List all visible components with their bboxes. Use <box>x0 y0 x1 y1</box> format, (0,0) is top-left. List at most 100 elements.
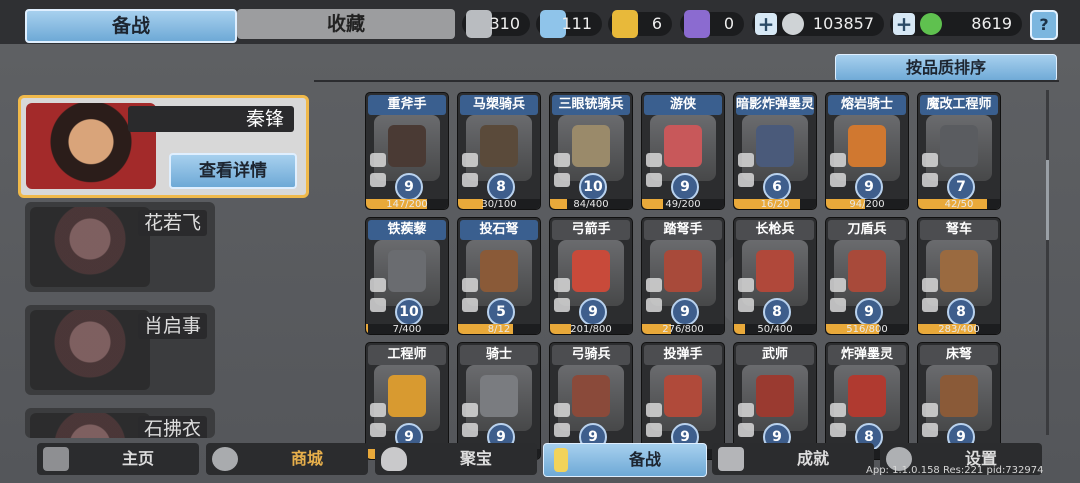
hero-name: 石拂衣 <box>137 416 207 438</box>
unit-level: 9 <box>671 298 699 326</box>
armor-icon <box>922 298 938 312</box>
armor-icon <box>554 298 570 312</box>
nav-shop[interactable]: 商城 <box>206 443 368 475</box>
hero-name: 肖启事 <box>137 313 207 339</box>
weapon-icon <box>370 278 386 292</box>
resource-gold-badge: 6 <box>608 10 672 38</box>
unit-name: 游侠 <box>644 95 722 115</box>
tab-collection[interactable]: 收藏 <box>237 9 455 39</box>
unit-level: 9 <box>579 298 607 326</box>
unit-figure <box>756 125 794 167</box>
resource-purple-badge: 0 <box>680 10 744 38</box>
resource-silver-coin: + 103857 <box>752 12 884 36</box>
unit-portrait <box>650 365 716 431</box>
scrollbar[interactable] <box>1046 90 1049 435</box>
armor-icon <box>462 423 478 437</box>
tab-prepare[interactable]: 备战 <box>25 9 237 43</box>
unit-name: 长枪兵 <box>736 220 814 240</box>
nav-prepare[interactable]: 备战 <box>543 443 707 477</box>
unit-name: 投石弩 <box>460 220 538 240</box>
weapon-icon <box>554 403 570 417</box>
treasure-bowl-icon <box>381 447 407 471</box>
weapon-icon <box>370 153 386 167</box>
weapon-icon <box>738 278 754 292</box>
unit-card[interactable]: 踏弩手 9 276/800 <box>641 217 725 335</box>
hero-card[interactable]: 花若飞 <box>25 202 215 292</box>
resource-value: 103857 <box>812 14 874 33</box>
unit-portrait <box>650 240 716 306</box>
unit-figure <box>572 375 610 417</box>
divider <box>314 80 1059 82</box>
add-gem-button[interactable]: + <box>893 13 915 35</box>
weapon-icon <box>646 403 662 417</box>
unit-card[interactable]: 三眼铳骑兵 10 84/400 <box>549 92 633 210</box>
unit-progress-text: 7/400 <box>392 324 422 335</box>
unit-name: 骑士 <box>460 345 538 365</box>
unit-name: 熔岩骑士 <box>828 95 906 115</box>
armor-icon <box>370 173 386 187</box>
help-button[interactable]: ? <box>1030 10 1058 40</box>
unit-card[interactable]: 暗影炸弹墨灵 6 16/20 <box>733 92 817 210</box>
view-details-button[interactable]: 查看详情 <box>169 153 297 189</box>
unit-progress-text: 8/12 <box>487 324 511 335</box>
resource-value: 111 <box>561 14 592 33</box>
resource-value: 8619 <box>971 14 1012 33</box>
unit-level: 9 <box>395 173 423 201</box>
unit-level: 6 <box>763 173 791 201</box>
unit-name: 武师 <box>736 345 814 365</box>
armor-icon <box>370 423 386 437</box>
coins-icon <box>212 447 238 471</box>
unit-portrait <box>742 240 808 306</box>
hero-card[interactable]: 肖启事 <box>25 305 215 395</box>
armor-icon <box>646 298 662 312</box>
unit-card[interactable]: 弩车 8 283/400 <box>917 217 1001 335</box>
unit-figure <box>480 125 518 167</box>
hero-name: 花若飞 <box>137 210 207 236</box>
unit-name: 弓箭手 <box>552 220 630 240</box>
unit-card[interactable]: 游侠 9 49/200 <box>641 92 725 210</box>
sort-by-quality-button[interactable]: 按品质排序 <box>835 54 1057 82</box>
armor-icon <box>738 423 754 437</box>
unit-card[interactable]: 魔改工程师 7 42/50 <box>917 92 1001 210</box>
weapon-icon <box>646 153 662 167</box>
unit-card[interactable]: 弓箭手 9 201/800 <box>549 217 633 335</box>
nav-label: 备战 <box>628 450 661 469</box>
hero-portrait <box>30 413 150 438</box>
unit-card[interactable]: 重斧手 9 147/200 <box>365 92 449 210</box>
unit-portrait <box>558 365 624 431</box>
unit-figure <box>940 250 978 292</box>
unit-progress-text: 49/200 <box>665 199 701 210</box>
weapon-icon <box>738 153 754 167</box>
hero-card[interactable]: 石拂衣 <box>25 408 215 438</box>
nav-achievements[interactable]: 成就 <box>712 443 874 475</box>
add-coin-button[interactable]: + <box>755 13 777 35</box>
unit-portrait <box>466 365 532 431</box>
unit-card[interactable]: 长枪兵 8 50/400 <box>733 217 817 335</box>
hero-card-selected[interactable]: 秦锋 查看详情 <box>18 95 309 198</box>
armor-icon <box>554 423 570 437</box>
unit-card[interactable]: 马槊骑兵 8 30/100 <box>457 92 541 210</box>
unit-progress-text: 42/50 <box>944 199 974 210</box>
resource-green-gem: + 8619 <box>890 12 1022 36</box>
nav-treasure[interactable]: 聚宝 <box>375 443 537 475</box>
resource-value: 6 <box>651 14 662 33</box>
hero-portrait <box>30 310 150 390</box>
unit-card[interactable]: 投石弩 5 8/12 <box>457 217 541 335</box>
unit-card[interactable]: 铁蒺藜 10 7/400 <box>365 217 449 335</box>
weapon-icon <box>830 153 846 167</box>
nav-home[interactable]: 主页 <box>37 443 199 475</box>
unit-portrait <box>926 365 992 431</box>
resource-crystal: 111 <box>536 10 602 38</box>
unit-progress-text: 50/400 <box>757 324 793 335</box>
unit-figure <box>388 375 426 417</box>
gold-badge-icon <box>612 10 638 38</box>
unit-level: 10 <box>579 173 607 201</box>
unit-level: 5 <box>487 298 515 326</box>
unit-figure <box>848 375 886 417</box>
achievement-icon <box>718 447 744 471</box>
unit-card[interactable]: 刀盾兵 9 516/800 <box>825 217 909 335</box>
unit-portrait <box>374 240 440 306</box>
unit-card[interactable]: 熔岩骑士 9 94/200 <box>825 92 909 210</box>
scrollbar-thumb[interactable] <box>1046 160 1049 240</box>
unit-name: 踏弩手 <box>644 220 722 240</box>
